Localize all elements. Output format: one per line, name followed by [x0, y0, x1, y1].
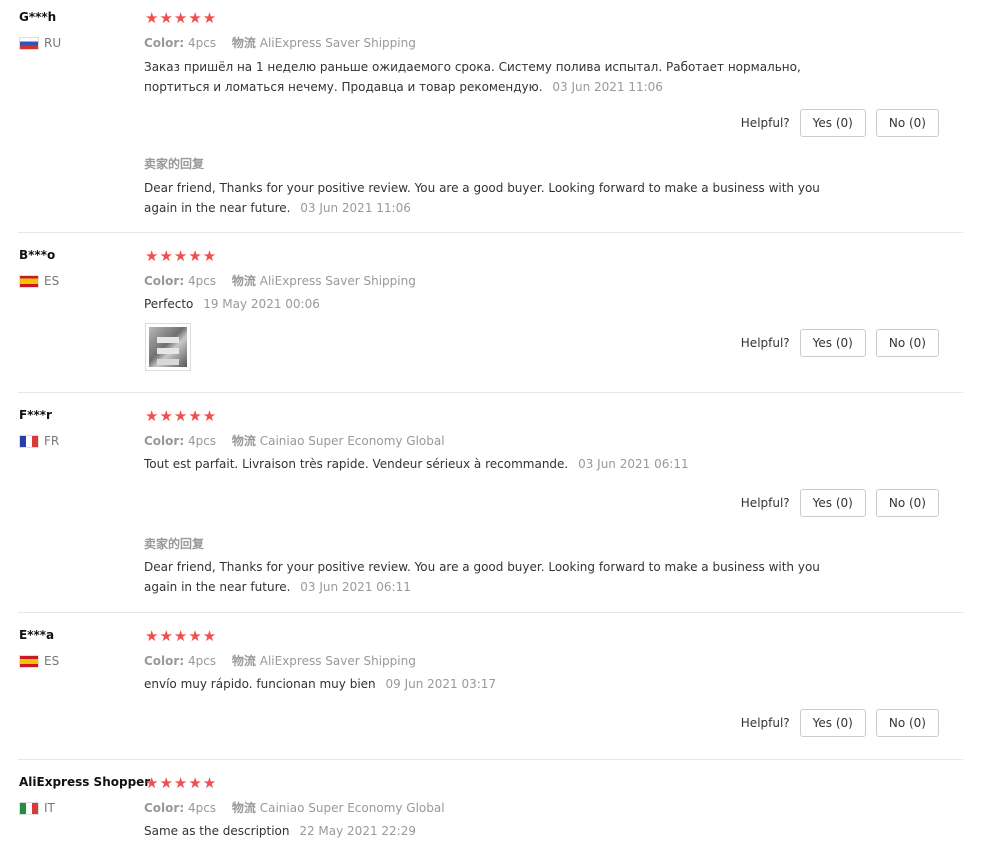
seller-reply-title: 卖家的回复 — [144, 537, 205, 551]
review-body: Same as the description — [144, 824, 290, 838]
yes-vote-button[interactable]: Yes (0) — [799, 489, 866, 517]
helpful-label: Helpful? — [740, 496, 790, 510]
yes-vote-button[interactable]: Yes (0) — [799, 109, 866, 137]
review-text: Заказ пришёл на 1 неделю раньше ожидаемо… — [144, 57, 834, 97]
buyer-country: IT — [19, 801, 55, 815]
review-time: 09 Jun 2021 03:17 — [385, 677, 497, 691]
country-code: FR — [44, 434, 60, 448]
buyer-country: ES — [19, 654, 59, 668]
shipping-value: Cainiao Super Economy Global — [259, 434, 445, 448]
helpful-label: Helpful? — [740, 116, 790, 130]
country-code: RU — [44, 36, 62, 50]
review-time: 19 May 2021 00:06 — [203, 297, 320, 311]
review-body: Perfecto — [144, 297, 194, 311]
review-time: 22 May 2021 22:29 — [299, 824, 416, 838]
helpful-votes: Helpful? Yes (0) No (0) — [741, 489, 939, 517]
product-photo — [149, 327, 187, 367]
color-label: Color: — [144, 434, 185, 448]
helpful-label: Helpful? — [740, 336, 790, 350]
seller-reply-body: Dear friend, Thanks for your positive re… — [144, 181, 820, 215]
seller-reply-time: 03 Jun 2021 06:11 — [300, 580, 411, 594]
color-label: Color: — [144, 654, 185, 668]
buyer-country: ES — [19, 274, 59, 288]
france-flag-icon — [19, 434, 39, 448]
buyer-name: F***r — [19, 408, 52, 422]
review-item: G***h RU ★★★★★ Color: 4pcs 物流 AliExpress… — [0, 0, 963, 233]
seller-reply-title: 卖家的回复 — [144, 157, 205, 171]
color-value: 4pcs — [187, 654, 217, 668]
helpful-label: Helpful? — [740, 716, 790, 730]
star-rating: ★★★★★ — [145, 407, 218, 425]
spain-flag-icon — [19, 654, 39, 668]
shipping-label: 物流 — [231, 801, 256, 815]
buyer-name: E***a — [19, 628, 55, 642]
shipping-value: AliExpress Saver Shipping — [259, 654, 416, 668]
shipping-label: 物流 — [231, 654, 256, 668]
seller-reply: Dear friend, Thanks for your positive re… — [144, 557, 834, 597]
buyer-country: RU — [19, 36, 61, 50]
review-item: E***a ES ★★★★★ Color: 4pcs 物流 AliExpress… — [0, 613, 963, 760]
review-photo-thumbnail[interactable] — [145, 323, 191, 371]
review-item: B***o ES ★★★★★ Color: 4pcs 物流 AliExpress… — [0, 233, 963, 393]
color-value: 4pcs — [187, 36, 217, 50]
review-meta: Color: 4pcs 物流 AliExpress Saver Shipping — [144, 34, 416, 51]
helpful-votes: Helpful? Yes (0) No (0) — [741, 709, 939, 737]
russia-flag-icon — [19, 36, 39, 50]
helpful-votes: Helpful? Yes (0) No (0) — [741, 109, 939, 137]
shipping-label: 物流 — [231, 274, 256, 288]
star-rating: ★★★★★ — [145, 774, 218, 792]
buyer-name: G***h — [19, 10, 57, 24]
yes-vote-button[interactable]: Yes (0) — [799, 329, 866, 357]
review-body: Tout est parfait. Livraison très rapide.… — [144, 457, 569, 471]
country-code: ES — [44, 274, 60, 288]
star-rating: ★★★★★ — [145, 247, 218, 265]
buyer-name: AliExpress Shopper — [19, 775, 151, 789]
review-meta: Color: 4pcs 物流 AliExpress Saver Shipping — [144, 652, 416, 669]
review-body: Заказ пришёл на 1 неделю раньше ожидаемо… — [144, 60, 801, 94]
seller-reply-time: 03 Jun 2021 11:06 — [300, 201, 411, 215]
review-time: 03 Jun 2021 11:06 — [552, 80, 663, 94]
color-label: Color: — [144, 36, 185, 50]
review-text: Perfecto 19 May 2021 00:06 — [144, 294, 834, 314]
no-vote-button[interactable]: No (0) — [875, 109, 939, 137]
shipping-label: 物流 — [231, 434, 256, 448]
shipping-value: Cainiao Super Economy Global — [259, 801, 445, 815]
review-item: F***r FR ★★★★★ Color: 4pcs 物流 Cainiao Su… — [0, 393, 963, 613]
color-value: 4pcs — [187, 434, 217, 448]
review-body: envío muy rápido. funcionan muy bien — [144, 677, 376, 691]
color-label: Color: — [144, 801, 185, 815]
shipping-value: AliExpress Saver Shipping — [259, 36, 416, 50]
review-meta: Color: 4pcs 物流 Cainiao Super Economy Glo… — [144, 432, 445, 449]
review-meta: Color: 4pcs 物流 Cainiao Super Economy Glo… — [144, 799, 445, 816]
no-vote-button[interactable]: No (0) — [875, 489, 939, 517]
no-vote-button[interactable]: No (0) — [875, 329, 939, 357]
review-text: Same as the description 22 May 2021 22:2… — [144, 821, 834, 841]
star-rating: ★★★★★ — [145, 627, 218, 645]
color-value: 4pcs — [187, 274, 217, 288]
country-code: ES — [44, 654, 60, 668]
yes-vote-button[interactable]: Yes (0) — [799, 709, 866, 737]
buyer-country: FR — [19, 434, 59, 448]
star-rating: ★★★★★ — [145, 9, 218, 27]
helpful-votes: Helpful? Yes (0) No (0) — [741, 329, 939, 357]
no-vote-button[interactable]: No (0) — [875, 709, 939, 737]
seller-reply: Dear friend, Thanks for your positive re… — [144, 178, 834, 218]
seller-reply-body: Dear friend, Thanks for your positive re… — [144, 560, 820, 594]
review-text: Tout est parfait. Livraison très rapide.… — [144, 454, 834, 474]
buyer-name: B***o — [19, 248, 56, 262]
italy-flag-icon — [19, 801, 39, 815]
color-value: 4pcs — [187, 801, 217, 815]
color-label: Color: — [144, 274, 185, 288]
shipping-value: AliExpress Saver Shipping — [259, 274, 416, 288]
review-item: AliExpress Shopper IT ★★★★★ Color: 4pcs … — [0, 760, 963, 857]
review-text: envío muy rápido. funcionan muy bien 09 … — [144, 674, 834, 694]
spain-flag-icon — [19, 274, 39, 288]
country-code: IT — [44, 801, 55, 815]
shipping-label: 物流 — [231, 36, 256, 50]
review-meta: Color: 4pcs 物流 AliExpress Saver Shipping — [144, 272, 416, 289]
review-time: 03 Jun 2021 06:11 — [578, 457, 689, 471]
